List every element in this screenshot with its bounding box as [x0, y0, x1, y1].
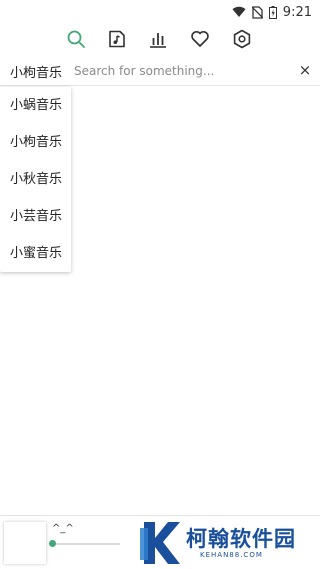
source-select[interactable]: 小枸音乐 [10, 62, 62, 81]
nav-charts-button[interactable] [145, 26, 171, 52]
music-file-icon [109, 30, 125, 48]
source-dropdown: 小蜗音乐 小枸音乐 小秋音乐 小芸音乐 小蜜音乐 [0, 87, 71, 272]
nav-favorites-button[interactable] [187, 26, 213, 52]
watermark-logo-icon [140, 522, 180, 564]
watermark-subtext: KEHAN88.COM [200, 551, 263, 559]
player-bar: ^_^ 柯翰软件园 KEHAN88.COM [0, 515, 320, 569]
settings-icon [233, 29, 251, 49]
progress-thumb[interactable] [49, 540, 56, 547]
no-sim-icon [251, 5, 263, 19]
chart-icon [150, 33, 166, 48]
search-input[interactable] [74, 61, 286, 81]
progress-slider[interactable] [49, 540, 120, 547]
dropdown-item[interactable]: 小枸音乐 [0, 124, 71, 161]
dropdown-item[interactable]: 小芸音乐 [0, 198, 71, 235]
wifi-icon [232, 6, 246, 18]
dropdown-item[interactable]: 小蜜音乐 [0, 235, 71, 272]
search-icon [67, 30, 85, 48]
watermark: 柯翰软件园 KEHAN88.COM [138, 520, 318, 566]
nav-settings-button[interactable] [229, 26, 255, 52]
dropdown-item[interactable]: 小秋音乐 [0, 161, 71, 198]
dropdown-item[interactable]: 小蜗音乐 [0, 87, 71, 124]
nav-search-button[interactable] [63, 26, 89, 52]
watermark-text: 柯翰软件园 [186, 527, 296, 551]
song-title: ^_^ [52, 523, 74, 534]
clear-button[interactable]: × [296, 60, 314, 80]
battery-icon [268, 5, 277, 19]
top-nav [0, 26, 320, 52]
album-cover[interactable] [4, 522, 46, 564]
search-bar: 小枸音乐 × [0, 58, 320, 86]
clock: 9:21 [282, 4, 312, 20]
nav-local-music-button[interactable] [104, 26, 130, 52]
heart-icon [191, 30, 209, 47]
status-bar: 9:21 [0, 0, 320, 24]
